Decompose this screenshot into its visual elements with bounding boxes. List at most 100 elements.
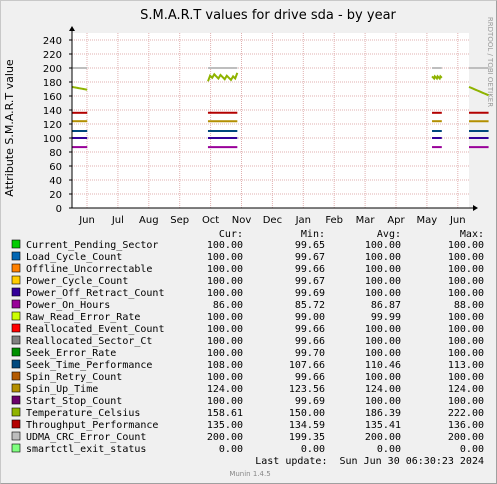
legend-column-header: Min: (301, 229, 325, 240)
legend-min: 123.56 (289, 384, 325, 395)
x-tick-label: Jun (78, 215, 95, 226)
legend-series-name: smartctl_exit_status (26, 444, 146, 455)
legend-series-name: Temperature_Celsius (26, 408, 140, 419)
legend-cur: 158.61 (207, 408, 243, 419)
plot-background (72, 33, 469, 208)
legend-avg: 100.00 (365, 396, 401, 407)
chart: S.M.A.R.T values for drive sda - by year… (3, 8, 494, 478)
legend-avg: 100.00 (365, 276, 401, 287)
y-tick-label: 220 (43, 50, 62, 61)
y-tick-label: 120 (43, 120, 62, 131)
legend-cur: 135.00 (207, 420, 243, 431)
y-tick-label: 60 (49, 162, 62, 173)
legend-series-name: Reallocated_Sector_Ct (26, 336, 152, 347)
legend-avg: 86.87 (371, 300, 401, 311)
legend-series-name: Power_Cycle_Count (26, 276, 128, 287)
legend-min: 99.70 (295, 348, 325, 359)
legend-max: 113.00 (448, 360, 484, 371)
y-tick-label: 0 (56, 204, 62, 215)
legend-swatch (11, 311, 21, 321)
legend-cur: 100.00 (207, 276, 243, 287)
legend-max: 222.00 (448, 408, 484, 419)
legend-max: 100.00 (448, 240, 484, 251)
legend-series-name: Reallocated_Event_Count (26, 324, 164, 335)
legend-avg: 100.00 (365, 240, 401, 251)
legend-max: 100.00 (448, 396, 484, 407)
legend-swatch (11, 443, 21, 453)
x-tick-label: Nov (232, 215, 252, 226)
legend-swatch (11, 239, 21, 249)
legend-swatch (11, 287, 21, 297)
legend-min: 99.67 (295, 276, 325, 287)
legend-series-name: Start_Stop_Count (26, 396, 122, 407)
legend-cur: 124.00 (207, 384, 243, 395)
legend-cur: 100.00 (207, 264, 243, 275)
legend-avg: 124.00 (365, 384, 401, 395)
legend-series-name: Seek_Time_Performance (26, 360, 152, 371)
legend-swatch (11, 251, 21, 261)
legend-column-header: Avg: (377, 229, 401, 240)
x-tick-label: Jun (449, 215, 466, 226)
legend-cur: 200.00 (207, 432, 243, 443)
last-update: Last update: Sun Jun 30 06:30:23 2024 (255, 456, 484, 467)
legend-avg: 100.00 (365, 264, 401, 275)
legend-min: 99.66 (295, 264, 325, 275)
legend-series-name: Throughput_Performance (26, 420, 158, 431)
legend-cur: 108.00 (207, 360, 243, 371)
legend-min: 134.59 (289, 420, 325, 431)
legend-series-name: Spin_Up_Time (26, 384, 98, 395)
legend-series-name: UDMA_CRC_Error_Count (26, 432, 146, 443)
legend-min: 199.35 (289, 432, 325, 443)
legend-max: 200.00 (448, 432, 484, 443)
legend-column-header: Max: (460, 229, 484, 240)
x-tick-label: Aug (139, 215, 159, 226)
y-tick-label: 80 (49, 148, 62, 159)
legend-min: 99.66 (295, 324, 325, 335)
legend-avg: 200.00 (365, 432, 401, 443)
legend-max: 124.00 (448, 384, 484, 395)
legend-avg: 135.41 (365, 420, 401, 431)
legend-swatch (11, 383, 21, 393)
legend-swatch (11, 407, 21, 417)
legend-avg: 100.00 (365, 252, 401, 263)
legend-max: 100.00 (448, 252, 484, 263)
y-tick-label: 240 (43, 36, 62, 47)
legend-max: 100.00 (448, 288, 484, 299)
legend-cur: 100.00 (207, 396, 243, 407)
legend-min: 99.65 (295, 240, 325, 251)
legend-max: 0.00 (460, 444, 484, 455)
legend-series-name: Seek_Error_Rate (26, 348, 116, 359)
legend-cur: 100.00 (207, 252, 243, 263)
x-tick-label: Oct (202, 215, 219, 226)
legend-max: 100.00 (448, 336, 484, 347)
legend-swatch (11, 359, 21, 369)
legend-min: 99.00 (295, 312, 325, 323)
legend-max: 88.00 (454, 300, 484, 311)
legend-cur: 100.00 (207, 348, 243, 359)
y-axis-label: Attribute S.M.A.R.T value (3, 59, 16, 197)
legend-avg: 100.00 (365, 372, 401, 383)
legend-avg: 100.00 (365, 288, 401, 299)
legend-cur: 100.00 (207, 240, 243, 251)
munin-footer: Munin 1.4.5 (229, 470, 270, 478)
legend-cur: 100.00 (207, 288, 243, 299)
y-tick-label: 20 (49, 190, 62, 201)
legend-column-header: Cur: (219, 229, 243, 240)
legend-max: 100.00 (448, 324, 484, 335)
legend-cur: 100.00 (207, 324, 243, 335)
legend-swatch (11, 323, 21, 333)
x-tick-label: Dec (263, 215, 282, 226)
legend-min: 99.66 (295, 336, 325, 347)
legend-max: 136.00 (448, 420, 484, 431)
y-axis-arrow (69, 26, 75, 31)
legend-max: 100.00 (448, 312, 484, 323)
legend-max: 100.00 (448, 348, 484, 359)
legend-avg: 186.39 (365, 408, 401, 419)
legend-series-name: Power_Off_Retract_Count (26, 288, 164, 299)
x-tick-label: Jan (295, 215, 311, 226)
y-tick-label: 40 (49, 176, 62, 187)
legend-min: 107.66 (289, 360, 325, 371)
x-tick-label: May (417, 215, 438, 226)
x-tick-label: Apr (387, 215, 405, 226)
legend-series-name: Offline_Uncorrectable (26, 264, 152, 275)
